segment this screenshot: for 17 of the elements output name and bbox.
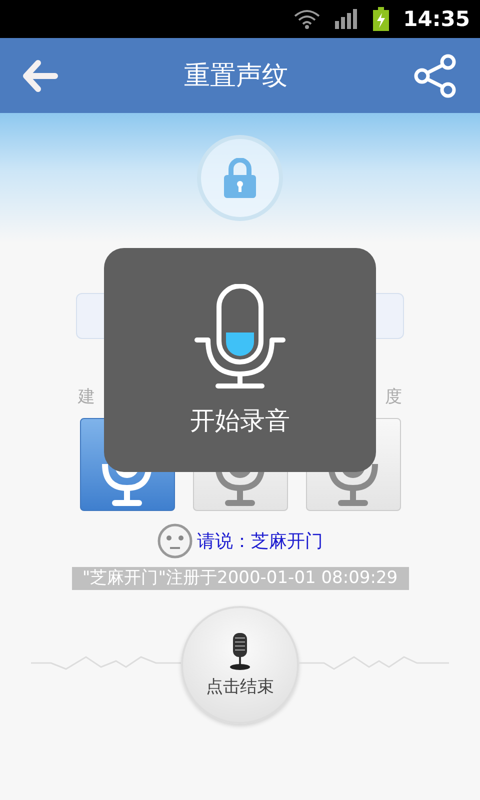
wifi-icon bbox=[293, 8, 322, 30]
neutral-face-icon bbox=[157, 523, 193, 559]
microphone-level-icon bbox=[194, 284, 286, 390]
hint-text: 建 bbox=[78, 386, 95, 408]
dialog-label: 开始录音 bbox=[190, 404, 290, 436]
status-time: 14:35 bbox=[403, 7, 470, 31]
prompt-text: 请说：芝麻开门 bbox=[197, 530, 323, 553]
registration-note: "芝麻开门"注册于2000-01-01 08:09:29 bbox=[72, 567, 408, 590]
lock-icon bbox=[222, 158, 258, 198]
share-icon[interactable] bbox=[414, 54, 458, 98]
end-recording-button[interactable]: 点击结束 bbox=[181, 606, 299, 724]
microphone-icon bbox=[228, 632, 252, 670]
back-arrow-icon[interactable] bbox=[22, 60, 58, 92]
hint-text: 度 bbox=[385, 386, 402, 408]
battery-icon bbox=[373, 7, 390, 31]
page-title: 重置声纹 bbox=[184, 60, 288, 93]
signal-icon bbox=[335, 9, 360, 29]
